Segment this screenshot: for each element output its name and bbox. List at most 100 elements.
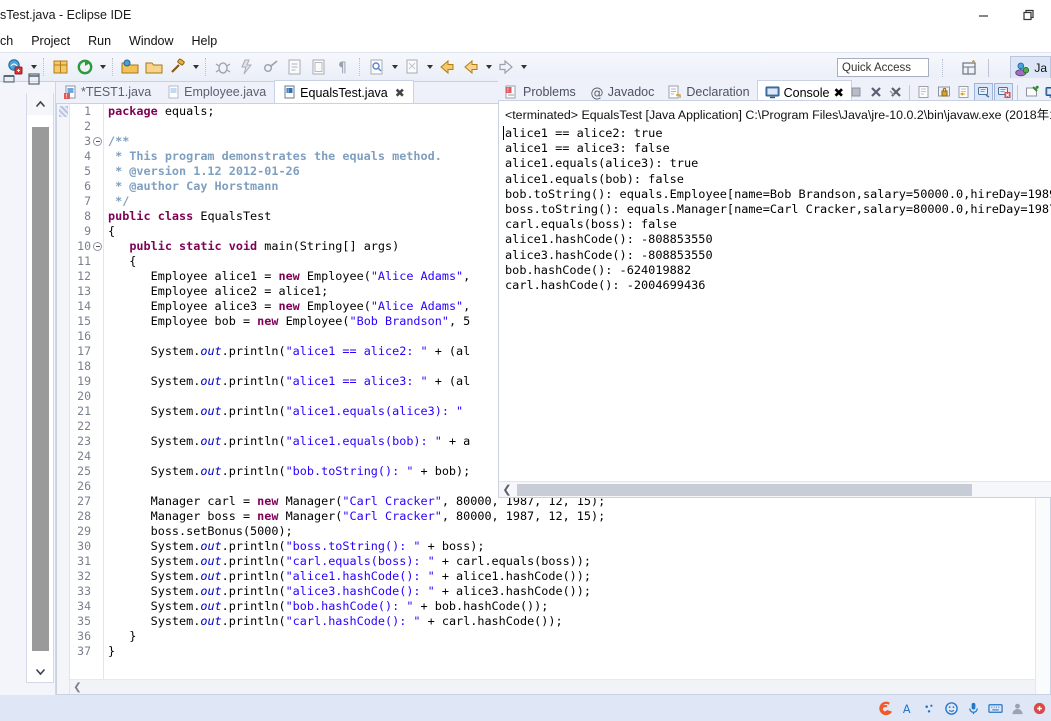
new-package-button[interactable] [49,55,73,79]
editor-tab-equalstest[interactable]: J EqualsTest.java ✖ [274,80,414,104]
restore-button[interactable] [1006,0,1051,30]
code-token: Manager boss = [108,509,258,523]
editor-tab-label: *TEST1.java [81,85,152,99]
console-output-line: alice1 == alice3: false [505,141,670,156]
editor-tab-employee[interactable]: Employee.java [159,80,274,104]
build-dropdown[interactable] [190,57,201,77]
refresh-dropdown[interactable] [97,57,108,77]
editor-horizontal-scrollbar[interactable]: ❮ [70,679,1035,694]
console-output-area[interactable]: <terminated> EqualsTest [Java Applicatio… [498,100,1051,498]
code-token: new [278,299,300,313]
terminate-button[interactable] [846,83,865,102]
keyboard-icon[interactable] [988,701,1003,716]
code-token: "Alice Adams" [370,299,464,313]
class-icon [312,59,325,75]
forward-button[interactable] [459,55,483,79]
run-button[interactable] [235,55,259,79]
console-tab-close-button[interactable]: ✖ [833,85,843,100]
menu-item-ch[interactable]: ch [0,32,22,50]
scroll-left-icon[interactable]: ❮ [499,483,515,496]
sogou-logo-icon[interactable] [878,701,893,716]
line-number: 7 [84,194,91,208]
code-token: { [108,254,137,268]
open-type-button[interactable] [118,55,142,79]
editor-tab-test1[interactable]: ! *TEST1.java [56,80,159,104]
user-icon[interactable] [1010,701,1025,716]
java-error-icon: ! [64,85,76,100]
debug-button[interactable] [211,55,235,79]
refresh-button[interactable] [73,55,97,79]
search-dropdown[interactable] [389,57,400,77]
remove-launch-button[interactable] [866,83,885,102]
line-number: 10 [70,239,103,254]
minimized-view-stack [0,73,56,695]
menu-item-help[interactable]: Help [183,32,227,50]
rail-scroll-down-button[interactable] [27,660,53,682]
code-token: { [108,224,116,238]
line-number: 26 [77,479,91,493]
svg-text:!: ! [65,93,67,100]
console-horizontal-scrollbar[interactable]: ❮ ❯ [499,481,1051,497]
menu-item-project[interactable]: Project [22,32,79,50]
ime-toolbar: A [878,697,1047,719]
editor-tab-close-button[interactable]: ✖ [395,86,405,100]
back-button[interactable] [435,55,459,79]
display-selected-console-button[interactable] [1042,83,1051,102]
pinyin-icon[interactable] [922,701,937,716]
eclipse-window: sTest.java - Eclipse IDE ch Project Run … [0,0,1051,721]
next-annotation-button[interactable] [400,55,424,79]
word-wrap-icon [958,86,968,98]
restore-view-button[interactable] [2,71,20,89]
new-class-button[interactable] [307,55,331,79]
paragraph-button[interactable]: ¶ [331,55,355,79]
fold-toggle-icon[interactable] [93,137,102,146]
build-button[interactable] [166,55,190,79]
forward-arrow-icon [464,59,478,75]
show-console-on-output-button[interactable] [974,82,993,102]
code-line: System.out.println("carl.hashCode(): " +… [108,614,1050,629]
clear-console-button[interactable] [914,83,933,102]
remove-all-terminated-button[interactable] [886,83,905,102]
open-folder-button[interactable] [142,55,166,79]
line-number: 1 [84,104,91,118]
forward-nav-button[interactable] [494,55,518,79]
problems-icon: ! [505,85,516,98]
maximize-view-button[interactable] [26,71,44,89]
scroll-lock-button[interactable] [934,83,953,102]
forward-dropdown[interactable] [483,57,494,77]
code-token: "alice1 == alice2: " [285,344,428,358]
quick-access-input[interactable]: Quick Access [837,58,929,77]
show-console-on-error-button[interactable] [994,82,1013,102]
menu-item-window[interactable]: Window [120,32,182,50]
perspective-java-button[interactable]: Ja [1010,56,1051,80]
window-title: sTest.java - Eclipse IDE [0,8,132,22]
fold-toggle-icon[interactable] [93,242,102,251]
voice-input-icon[interactable] [966,701,981,716]
code-token: "Carl Cracker" [342,494,442,508]
emoji-icon[interactable] [944,701,959,716]
console-hscroll-thumb[interactable] [517,483,972,496]
code-token: .println( [221,599,286,613]
console-output-lines[interactable]: alice1 == alice2: true alice1 == alice3: … [499,126,1051,466]
new-java-file-button[interactable] [283,55,307,79]
next-annotation-dropdown[interactable] [424,57,435,77]
scroll-left-icon[interactable]: ❮ [70,682,85,693]
toolbox-icon[interactable] [1032,701,1047,716]
input-mode-icon[interactable]: A [900,701,915,716]
code-token: System. [108,599,201,613]
external-tools-button[interactable] [259,55,283,79]
open-perspective-button[interactable] [959,58,979,78]
code-token: out [200,539,222,553]
minimize-button[interactable] [961,0,1006,30]
pin-console-button[interactable] [1022,83,1041,102]
status-bar: A [0,695,1051,721]
word-wrap-button[interactable] [954,83,973,102]
view-tab-label: Console [783,85,830,100]
forward-nav-dropdown[interactable] [518,57,529,77]
search-button[interactable] [365,55,389,79]
menu-item-run[interactable]: Run [79,32,120,50]
console-hscroll-track[interactable] [515,483,1051,496]
rail-scroll-up-button[interactable] [27,93,53,115]
rail-scrollbar-thumb[interactable] [32,127,49,651]
console-output-line: carl.equals(boss): false [505,217,677,232]
